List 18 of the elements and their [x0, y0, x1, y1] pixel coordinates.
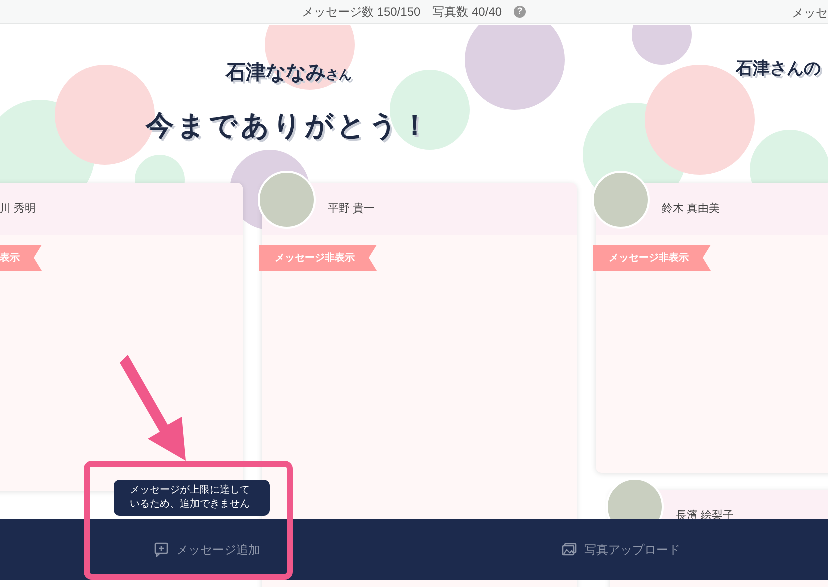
message-count: メッセ: [792, 5, 828, 22]
recipient-name: 石津ななみさん: [226, 59, 352, 86]
headline: 今までありがとう！: [146, 108, 432, 144]
author-name: 平野 貴一: [328, 202, 376, 217]
photo-count: 写真数 40/40: [432, 4, 502, 20]
hide-message-ribbon[interactable]: 表示: [0, 245, 42, 271]
help-icon[interactable]: ?: [514, 6, 526, 18]
message-count: メッセージ数 150/150: [302, 4, 421, 20]
photos-icon: [562, 542, 576, 557]
action-button[interactable]: 写真アップロード: [558, 536, 684, 562]
hide-message-ribbon[interactable]: メッセージ非表示: [259, 245, 377, 271]
hide-message-ribbon[interactable]: メッセージ非表示: [593, 245, 711, 271]
author-name: 川 秀明: [0, 202, 36, 217]
add-comment-icon: [154, 542, 168, 557]
action-button[interactable]: メッセージ追加: [150, 536, 264, 562]
tooltip: メッセージが上限に達しているため、追加できません: [114, 480, 270, 516]
page-title: 石津さんの: [736, 58, 821, 81]
author-name: 鈴木 真由美: [662, 202, 720, 217]
